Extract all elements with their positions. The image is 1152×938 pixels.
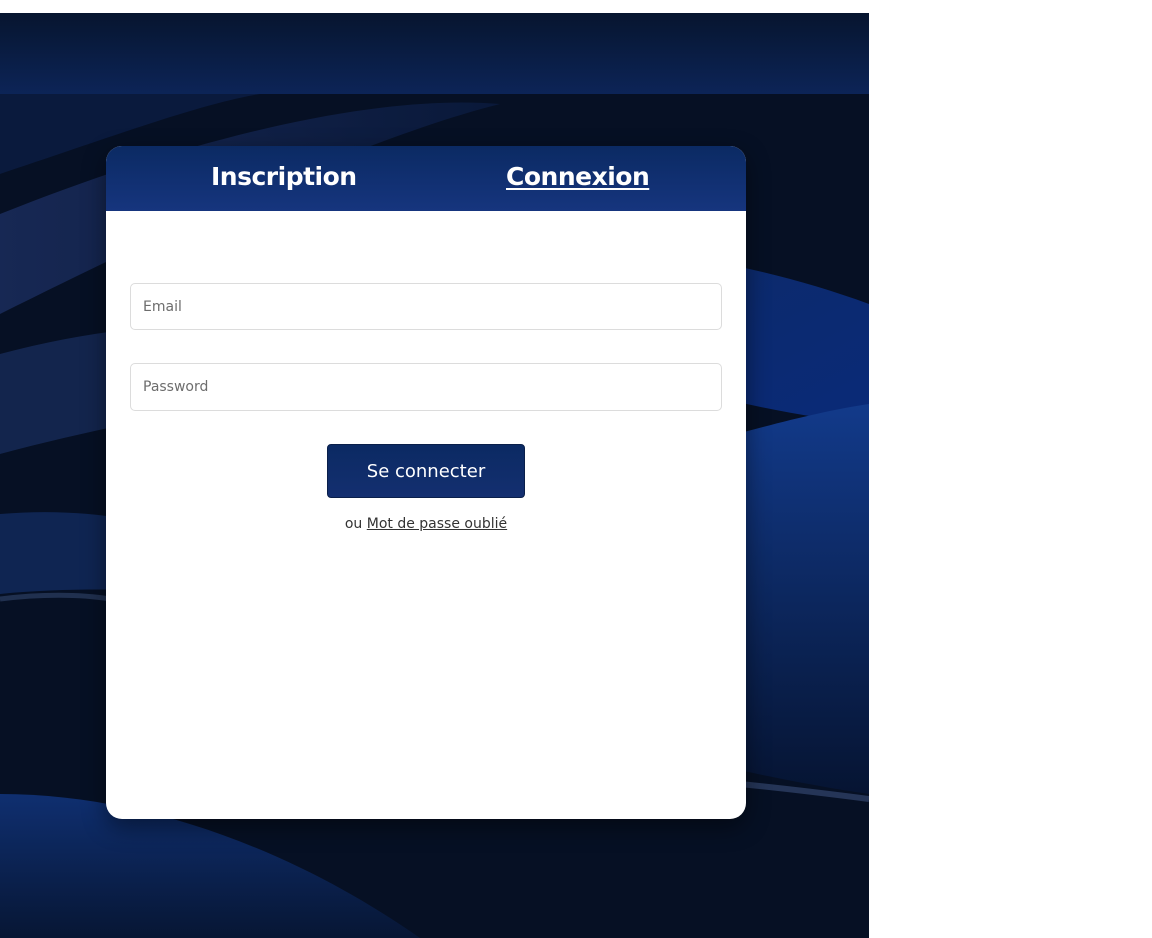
- email-field[interactable]: [130, 283, 722, 330]
- tab-inscription[interactable]: Inscription: [211, 159, 357, 195]
- password-field[interactable]: [130, 363, 722, 411]
- page-viewport: Inscription Connexion Se connecter ou Mo…: [0, 0, 869, 938]
- auth-card: Inscription Connexion Se connecter ou Mo…: [106, 146, 746, 819]
- login-button[interactable]: Se connecter: [327, 444, 525, 498]
- tab-connexion[interactable]: Connexion: [506, 159, 650, 195]
- auth-tabs: Inscription Connexion: [106, 146, 746, 211]
- or-text: ou: [344, 516, 363, 532]
- forgot-password-link[interactable]: Mot de passe oublié: [367, 516, 507, 532]
- top-header-bar: [0, 13, 869, 94]
- forgot-password-line: ou Mot de passe oublié: [106, 516, 746, 532]
